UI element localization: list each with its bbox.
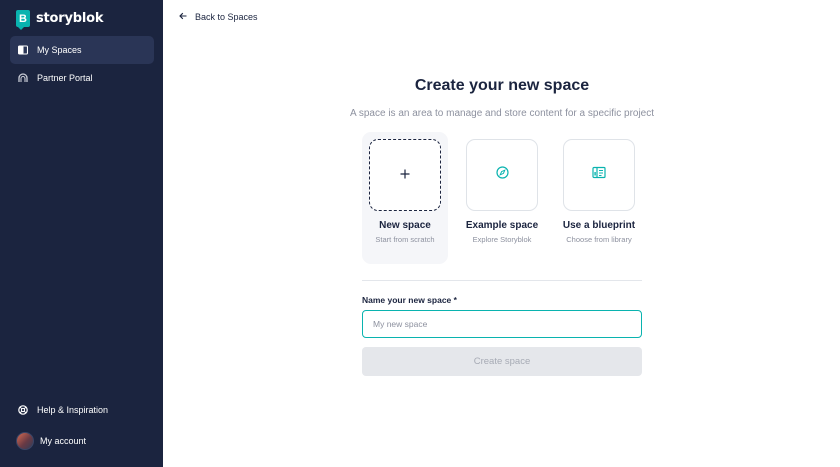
blueprint-icon (592, 166, 606, 184)
help-icon (18, 405, 28, 415)
sidebar-item-help[interactable]: Help & Inspiration (10, 396, 154, 424)
back-label: Back to Spaces (195, 12, 258, 22)
option-subtitle: Start from scratch (375, 235, 435, 244)
option-title: Use a blueprint (562, 220, 636, 231)
logo-text: storyblok (36, 11, 104, 26)
option-title: Example space (465, 220, 539, 231)
option-tile (466, 139, 538, 211)
option-tile (563, 139, 635, 211)
back-to-spaces-link[interactable]: Back to Spaces (179, 12, 258, 22)
space-name-input[interactable] (362, 310, 642, 338)
avatar (16, 432, 34, 450)
option-new-space[interactable]: New space Start from scratch (362, 132, 448, 264)
option-tile (369, 139, 441, 211)
storyblok-logo-icon: B (16, 10, 30, 30)
arrow-left-icon (179, 12, 187, 22)
option-title: New space (379, 220, 431, 231)
sidebar-item-partner-portal[interactable]: Partner Portal (10, 64, 154, 92)
plus-icon (400, 166, 410, 184)
sidebar-item-label: Help & Inspiration (37, 405, 109, 415)
divider (362, 280, 642, 281)
storyblok-logo[interactable]: B storyblok (16, 10, 104, 30)
sidebar-item-label: My Spaces (37, 45, 82, 55)
spaces-icon (18, 45, 28, 55)
partner-portal-icon (18, 73, 28, 83)
sidebar-item-label: My account (40, 436, 87, 446)
option-subtitle: Explore Storyblok (472, 235, 532, 244)
option-subtitle: Choose from library (566, 235, 632, 244)
sidebar: B storyblok My Spaces Partner Portal Hel… (0, 0, 163, 467)
space-name-label: Name your new space * (362, 295, 457, 305)
sidebar-item-my-spaces[interactable]: My Spaces (10, 36, 154, 64)
option-use-blueprint[interactable]: Use a blueprint Choose from library (556, 132, 642, 264)
sidebar-item-my-account[interactable]: My account (10, 427, 154, 455)
compass-icon (495, 166, 509, 184)
create-space-button[interactable]: Create space (362, 347, 642, 376)
page-subtitle: A space is an area to manage and store c… (349, 108, 655, 119)
page-title: Create your new space (414, 77, 590, 94)
sidebar-item-label: Partner Portal (37, 73, 93, 83)
option-example-space[interactable]: Example space Explore Storyblok (459, 132, 545, 264)
